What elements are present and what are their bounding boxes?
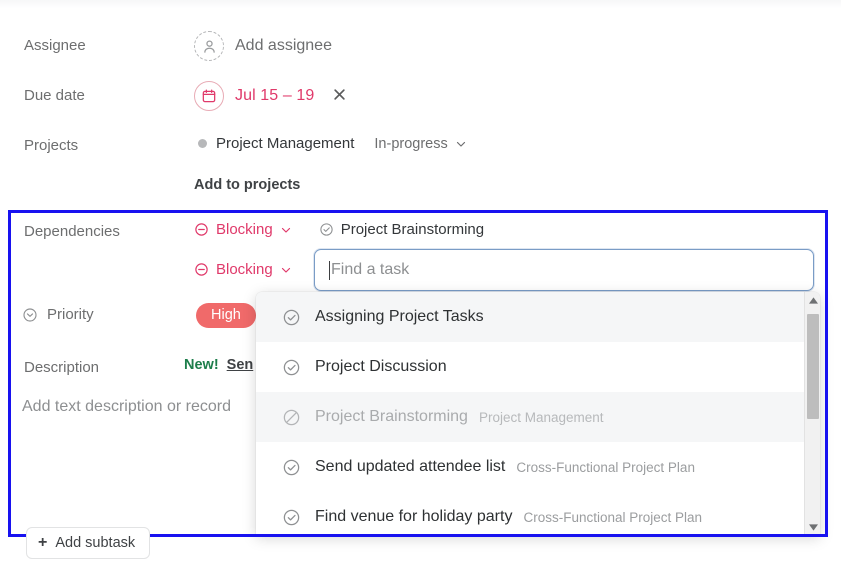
dropdown-item-title: Assigning Project Tasks	[315, 308, 484, 325]
find-task-placeholder: Find a task	[331, 261, 410, 278]
dropdown-item-1[interactable]: Project Discussion	[256, 342, 804, 392]
dropdown-item-3[interactable]: Send updated attendee list Cross-Functio…	[256, 442, 804, 492]
project-status-label: In-progress	[374, 135, 448, 152]
dependency-relation-dropdown-2[interactable]: Blocking	[194, 261, 292, 278]
circle-slash-icon	[282, 408, 301, 427]
projects-label: Projects	[24, 137, 79, 154]
top-edge-band	[0, 0, 841, 8]
dropdown-item-title: Project Discussion	[315, 358, 447, 375]
description-feature-link[interactable]: Sen	[227, 357, 254, 373]
dependency-row-2: Blocking	[194, 261, 292, 278]
close-icon[interactable]	[332, 87, 347, 105]
check-circle-icon	[282, 458, 301, 477]
check-circle-icon	[282, 508, 301, 527]
triangle-up-icon[interactable]	[805, 292, 820, 308]
dependency-relation-label-2: Blocking	[216, 261, 273, 278]
check-circle-icon	[319, 222, 334, 237]
find-task-input[interactable]: Find a task	[314, 249, 814, 291]
dropdown-item-project: Cross-Functional Project Plan	[523, 509, 703, 525]
circle-minus-icon	[194, 222, 209, 237]
priority-label-row: Priority	[22, 305, 94, 325]
dependencies-label: Dependencies	[24, 223, 120, 240]
dropdown-item-title: Find venue for holiday party	[315, 508, 513, 525]
plus-icon: +	[38, 534, 48, 551]
find-task-dropdown: Assigning Project Tasks Project Discussi…	[256, 292, 820, 535]
new-badge: New!	[184, 357, 219, 373]
check-circle-icon	[282, 358, 301, 377]
dropdown-item-4[interactable]: Find venue for holiday party Cross-Funct…	[256, 492, 804, 535]
description-new-badge-row: New! Sen	[184, 357, 253, 373]
chevron-down-icon	[280, 264, 292, 276]
dropdown-scrollbar[interactable]	[804, 292, 820, 535]
project-status-dropdown[interactable]: In-progress	[374, 136, 466, 152]
scrollbar-thumb[interactable]	[807, 314, 819, 419]
dropdown-item-title: Send updated attendee list	[315, 458, 506, 475]
project-chip[interactable]: Project Management In-progress	[198, 135, 467, 152]
find-task-dropdown-list: Assigning Project Tasks Project Discussi…	[256, 292, 804, 535]
assignee-label: Assignee	[24, 37, 86, 54]
project-name: Project Management	[216, 135, 355, 152]
calendar-icon	[194, 81, 224, 111]
chevron-down-icon	[455, 138, 467, 150]
check-circle-icon	[282, 308, 301, 327]
chevron-down-icon	[280, 224, 292, 236]
dropdown-item-2: Project Brainstorming Project Management	[256, 392, 804, 442]
add-subtask-button[interactable]: + Add subtask	[26, 527, 151, 559]
add-assignee-label: Add assignee	[235, 37, 332, 54]
dropdown-item-title: Project Brainstorming	[315, 408, 468, 425]
add-to-projects-link[interactable]: Add to projects	[194, 177, 300, 193]
dependency-task-chip-1[interactable]: Project Brainstorming	[319, 221, 484, 238]
dropdown-item-project: Cross-Functional Project Plan	[516, 459, 695, 475]
dropdown-item-0[interactable]: Assigning Project Tasks	[256, 292, 804, 342]
text-caret	[329, 260, 330, 280]
due-date-text: Jul 15 – 19	[235, 87, 315, 104]
description-label: Description	[24, 359, 100, 376]
add-subtask-label: Add subtask	[55, 535, 136, 551]
dependency-task-name-1: Project Brainstorming	[340, 221, 485, 238]
priority-value-pill[interactable]: High	[196, 303, 256, 328]
triangle-down-icon[interactable]	[805, 519, 820, 535]
due-date-label: Due date	[24, 87, 85, 104]
chevron-down-circle-icon	[22, 307, 38, 323]
priority-label: Priority	[47, 306, 94, 323]
circle-minus-icon	[194, 262, 209, 277]
task-detail-pane: Assignee Add assignee Due date Jul 15 – …	[0, 0, 841, 570]
person-dashed-avatar-icon	[194, 31, 224, 61]
project-color-dot	[198, 139, 207, 148]
dependency-relation-label-1: Blocking	[216, 221, 273, 238]
description-placeholder[interactable]: Add text description or record	[22, 398, 231, 416]
dependency-row-1: Blocking Project Brainstorming	[194, 221, 484, 238]
dependency-relation-dropdown-1[interactable]: Blocking	[194, 221, 292, 238]
dropdown-item-project: Project Management	[478, 409, 604, 425]
assignee-value[interactable]: Add assignee	[194, 31, 332, 61]
due-date-value[interactable]: Jul 15 – 19	[194, 81, 347, 111]
